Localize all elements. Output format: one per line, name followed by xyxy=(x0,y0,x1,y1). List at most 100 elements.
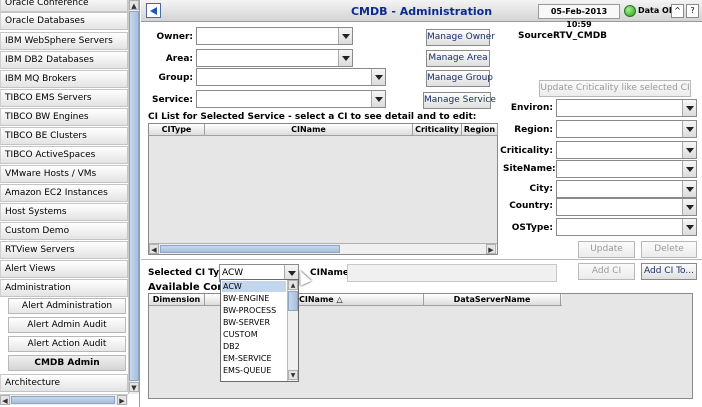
nav-horizontal-scrollbar[interactable]: ◀ ▶ xyxy=(0,394,128,405)
delete-button[interactable]: Delete xyxy=(641,241,697,258)
scroll-down-icon[interactable]: ▼ xyxy=(288,370,298,380)
add-ci-button[interactable]: Add CI xyxy=(578,263,635,280)
nav-item-rtview-servers[interactable]: RTView Servers xyxy=(0,241,128,259)
service-select[interactable] xyxy=(196,90,386,108)
dropdown-option[interactable]: DB2 xyxy=(222,341,286,352)
ciname-input[interactable] xyxy=(347,264,557,282)
scroll-right-icon[interactable]: ▶ xyxy=(117,395,127,405)
ci-list-title: CI List for Selected Service - select a … xyxy=(148,112,477,122)
nav-item-ibm-db2[interactable]: IBM DB2 Databases xyxy=(0,51,128,69)
scroll-down-icon[interactable]: ▼ xyxy=(129,382,139,392)
chevron-down-icon[interactable] xyxy=(682,121,696,137)
chevron-down-icon[interactable] xyxy=(371,69,385,85)
nav-sub-alert-admin-audit[interactable]: Alert Admin Audit xyxy=(8,317,126,333)
chevron-down-icon[interactable] xyxy=(682,199,696,215)
nav-item-custom-demo[interactable]: Custom Demo xyxy=(0,222,128,240)
nav-item-tibco-bw[interactable]: TIBCO BW Engines xyxy=(0,108,128,126)
city-select[interactable] xyxy=(556,180,697,198)
column-header-citype[interactable]: CIType xyxy=(149,124,205,136)
nav-vertical-scroll-thumb[interactable] xyxy=(129,11,139,381)
dropdown-option[interactable]: BW-ENGINE xyxy=(222,293,286,304)
dropdown-option[interactable]: BW-PROCESS xyxy=(222,305,286,316)
ostype-select[interactable] xyxy=(556,218,697,236)
dropdown-scrollbar[interactable]: ▲ ▼ xyxy=(287,280,298,381)
group-select[interactable] xyxy=(196,68,386,86)
area-select[interactable] xyxy=(196,49,353,67)
column-header-ciname[interactable]: CIName xyxy=(205,124,413,136)
nav-item-host-systems[interactable]: Host Systems xyxy=(0,203,128,221)
caret-up-icon[interactable]: ^ xyxy=(671,4,684,18)
nav-sub-alert-action-audit[interactable]: Alert Action Audit xyxy=(8,336,126,352)
nav-sub-cmdb-admin[interactable]: CMDB Admin xyxy=(8,355,126,371)
ci-list-table[interactable]: CIType CIName Criticality Region ◀ ▶ xyxy=(148,123,498,255)
source-label: Source: xyxy=(518,31,557,41)
owner-select[interactable] xyxy=(196,27,353,45)
sitename-label: SiteName: xyxy=(503,164,556,174)
chevron-down-icon[interactable] xyxy=(682,181,696,197)
nav-item-amazon-ec2[interactable]: Amazon EC2 Instances xyxy=(0,184,128,202)
nav-item-oracle-databases[interactable]: Oracle Databases xyxy=(0,12,128,30)
criticality-select[interactable] xyxy=(556,141,697,159)
scroll-left-icon[interactable]: ◀ xyxy=(149,244,159,254)
nav-item-ibm-websphere[interactable]: IBM WebSphere Servers xyxy=(0,32,128,50)
manage-service-button[interactable]: Manage Service xyxy=(423,92,496,109)
manage-area-button[interactable]: Manage Area xyxy=(426,50,490,67)
criticality-label: Criticality: xyxy=(500,146,553,156)
main-panel: CMDB - Administration 05-Feb-2013 10:59 … xyxy=(141,0,702,407)
ci-type-dropdown-list[interactable]: ACW BW-ENGINE BW-PROCESS BW-SERVER CUSTO… xyxy=(220,279,299,382)
column-header-criticality[interactable]: Criticality xyxy=(413,124,462,136)
dropdown-option[interactable]: EMS-QUEUE xyxy=(222,365,286,376)
dropdown-option[interactable]: ACW xyxy=(222,281,286,292)
column-header-dataservername[interactable]: DataServerName xyxy=(424,294,561,306)
column-header-dimension[interactable]: Dimension xyxy=(149,294,205,306)
scroll-up-icon[interactable]: ▲ xyxy=(288,280,298,290)
add-ci-to-button[interactable]: Add CI To... xyxy=(641,263,697,280)
nav-item-vmware[interactable]: VMware Hosts / VMs xyxy=(0,165,128,183)
scroll-up-icon[interactable]: ▲ xyxy=(129,0,139,10)
chevron-down-icon[interactable] xyxy=(338,50,352,66)
nav-item-alert-views[interactable]: Alert Views xyxy=(0,260,128,278)
chevron-down-icon[interactable] xyxy=(338,28,352,44)
manage-owner-button[interactable]: Manage Owner xyxy=(426,29,495,46)
nav-vertical-scrollbar[interactable]: ▲ ▼ xyxy=(128,0,139,394)
service-label: Service: xyxy=(151,95,193,105)
ci-list-horizontal-scrollbar[interactable]: ◀ ▶ xyxy=(149,243,497,254)
country-label: Country: xyxy=(509,201,553,211)
country-select[interactable] xyxy=(556,198,697,216)
nav-sub-alert-administration[interactable]: Alert Administration xyxy=(8,298,126,314)
dropdown-option[interactable]: EM-SERVICE xyxy=(222,353,286,364)
navigation-panel: Oracle Conference Oracle Databases IBM W… xyxy=(0,0,140,407)
dropdown-scroll-thumb[interactable] xyxy=(288,291,298,311)
nav-item-architecture[interactable]: Architecture xyxy=(0,374,128,392)
chevron-down-icon[interactable] xyxy=(682,219,696,235)
sitename-select[interactable] xyxy=(556,160,697,178)
ci-list-scroll-thumb[interactable] xyxy=(160,245,340,253)
chevron-down-icon[interactable] xyxy=(682,100,696,116)
nav-item-administration[interactable]: Administration xyxy=(0,279,128,297)
date-display: 05-Feb-2013 10:59 xyxy=(538,4,620,29)
dropdown-option[interactable]: CUSTOM xyxy=(222,329,286,340)
nav-item-tibco-be[interactable]: TIBCO BE Clusters xyxy=(0,127,128,145)
update-criticality-button[interactable]: Update Criticality like selected CI xyxy=(539,80,691,97)
update-button[interactable]: Update xyxy=(578,241,635,258)
nav-horizontal-scroll-thumb[interactable] xyxy=(11,396,115,404)
scroll-right-icon[interactable]: ▶ xyxy=(486,244,496,254)
chevron-down-icon[interactable] xyxy=(682,142,696,158)
manage-group-button[interactable]: Manage Group xyxy=(426,70,493,87)
chevron-down-icon[interactable] xyxy=(371,91,385,107)
nav-item-ibm-mq[interactable]: IBM MQ Brokers xyxy=(0,70,128,88)
environ-label: Environ: xyxy=(510,103,553,113)
chevron-down-icon[interactable] xyxy=(682,161,696,177)
navigation-tree: Oracle Conference Oracle Databases IBM W… xyxy=(0,0,128,394)
nav-item-tibco-ems[interactable]: TIBCO EMS Servers xyxy=(0,89,128,107)
source-value: RTV_CMDB xyxy=(553,31,608,41)
dropdown-option[interactable]: BW-SERVER xyxy=(222,317,286,328)
help-icon[interactable]: ? xyxy=(686,4,699,18)
column-header-region[interactable]: Region xyxy=(462,124,498,136)
region-select[interactable] xyxy=(556,120,697,138)
ostype-label: OSType: xyxy=(511,223,553,233)
scroll-left-icon[interactable]: ◀ xyxy=(0,395,10,405)
environ-select[interactable] xyxy=(556,99,697,117)
nav-item-tibco-activespaces[interactable]: TIBCO ActiveSpaces xyxy=(0,146,128,164)
nav-item-oracle-conference[interactable]: Oracle Conference xyxy=(0,0,128,12)
